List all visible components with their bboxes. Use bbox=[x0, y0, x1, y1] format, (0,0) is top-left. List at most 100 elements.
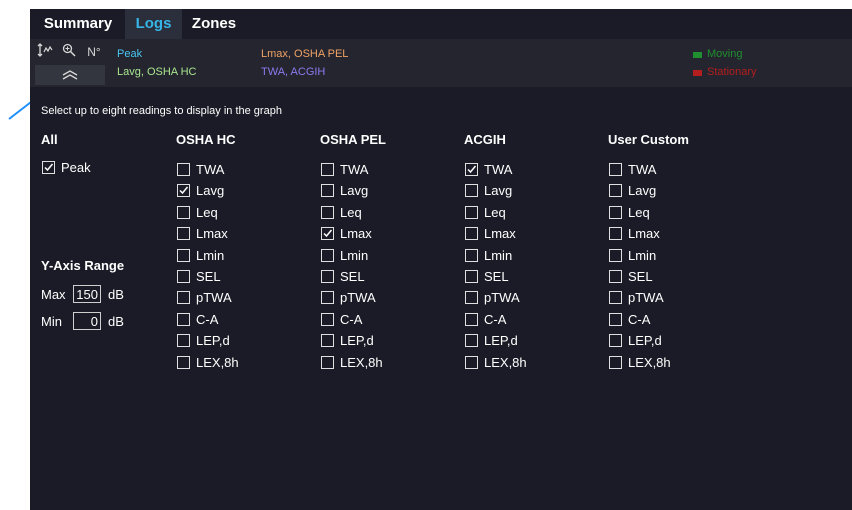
checkbox-row-acgih-lex-8h[interactable]: LEX,8h bbox=[465, 355, 555, 373]
checkbox-row-osha-hc-lavg[interactable]: Lavg bbox=[177, 183, 267, 201]
checkbox-row-osha-hc-twa[interactable]: TWA bbox=[177, 162, 267, 180]
checkbox-user-custom-sel[interactable] bbox=[609, 270, 622, 283]
checkbox-user-custom-twa[interactable] bbox=[609, 163, 622, 176]
checkbox-osha-pel-lmin[interactable] bbox=[321, 249, 334, 262]
checkbox-user-custom-lmin[interactable] bbox=[609, 249, 622, 262]
checkbox-row-user-custom-c-a[interactable]: C-A bbox=[609, 312, 699, 330]
checkbox-osha-hc-c-a[interactable] bbox=[177, 313, 190, 326]
checkbox-acgih-leq[interactable] bbox=[465, 206, 478, 219]
checkbox-acgih-lex-8h[interactable] bbox=[465, 356, 478, 369]
checkbox-row-osha-pel-sel[interactable]: SEL bbox=[321, 269, 411, 287]
checkbox-row-osha-pel-twa[interactable]: TWA bbox=[321, 162, 411, 180]
graph-legend-bar: N° Peak Lavg, OSHA HC Lmax, OSHA PEL TWA… bbox=[30, 39, 852, 87]
checkbox-row-osha-pel-lep-d[interactable]: LEP,d bbox=[321, 333, 411, 351]
checkbox-row-osha-hc-lmin[interactable]: Lmin bbox=[177, 248, 267, 266]
checkbox-row-osha-hc-lex-8h[interactable]: LEX,8h bbox=[177, 355, 267, 373]
checkbox-osha-pel-twa[interactable] bbox=[321, 163, 334, 176]
checkbox-osha-hc-lmax[interactable] bbox=[177, 227, 190, 240]
all-heading: All bbox=[41, 132, 58, 147]
checkbox-acgih-lmin[interactable] bbox=[465, 249, 478, 262]
vertical-arrows-icon[interactable] bbox=[36, 43, 54, 61]
checkbox-row-user-custom-sel[interactable]: SEL bbox=[609, 269, 699, 287]
checkbox-acgih-lmax[interactable] bbox=[465, 227, 478, 240]
checkbox-row-osha-hc-sel[interactable]: SEL bbox=[177, 269, 267, 287]
checkbox-row-osha-hc-c-a[interactable]: C-A bbox=[177, 312, 267, 330]
checkbox-row-acgih-lmax[interactable]: Lmax bbox=[465, 226, 555, 244]
checkbox-row-user-custom-lmin[interactable]: Lmin bbox=[609, 248, 699, 266]
checkbox-label-osha-hc-lex-8h: LEX,8h bbox=[196, 355, 239, 370]
checkbox-row-user-custom-lex-8h[interactable]: LEX,8h bbox=[609, 355, 699, 373]
checkbox-osha-pel-sel[interactable] bbox=[321, 270, 334, 283]
checkbox-acgih-lep-d[interactable] bbox=[465, 334, 478, 347]
checkbox-osha-hc-sel[interactable] bbox=[177, 270, 190, 283]
zoom-icon[interactable] bbox=[61, 43, 77, 61]
checkbox-osha-hc-lavg[interactable] bbox=[177, 184, 190, 197]
checkbox-row-acgih-c-a[interactable]: C-A bbox=[465, 312, 555, 330]
checkbox-osha-hc-leq[interactable] bbox=[177, 206, 190, 219]
checkbox-row-osha-pel-lex-8h[interactable]: LEX,8h bbox=[321, 355, 411, 373]
checkbox-label-acgih-lmin: Lmin bbox=[484, 248, 513, 263]
checkbox-row-acgih-lmin[interactable]: Lmin bbox=[465, 248, 555, 266]
checkbox-user-custom-lavg[interactable] bbox=[609, 184, 622, 197]
checkbox-osha-pel-lmax[interactable] bbox=[321, 227, 334, 240]
checkbox-osha-pel-c-a[interactable] bbox=[321, 313, 334, 326]
checkbox-row-osha-hc-ptwa[interactable]: pTWA bbox=[177, 290, 267, 308]
checkbox-row-user-custom-lavg[interactable]: Lavg bbox=[609, 183, 699, 201]
checkbox-user-custom-ptwa[interactable] bbox=[609, 291, 622, 304]
checkbox-row-user-custom-lmax[interactable]: Lmax bbox=[609, 226, 699, 244]
checkbox-acgih-c-a[interactable] bbox=[465, 313, 478, 326]
checkbox-row-osha-pel-leq[interactable]: Leq bbox=[321, 205, 411, 223]
checkbox-label-user-custom-lep-d: LEP,d bbox=[628, 333, 662, 348]
checkbox-user-custom-c-a[interactable] bbox=[609, 313, 622, 326]
checkbox-row-acgih-ptwa[interactable]: pTWA bbox=[465, 290, 555, 308]
checkbox-acgih-twa[interactable] bbox=[465, 163, 478, 176]
collapse-button[interactable] bbox=[35, 65, 105, 85]
checkbox-osha-hc-lex-8h[interactable] bbox=[177, 356, 190, 369]
checkbox-row-user-custom-twa[interactable]: TWA bbox=[609, 162, 699, 180]
checkbox-row-acgih-lep-d[interactable]: LEP,d bbox=[465, 333, 555, 351]
checkbox-row-acgih-sel[interactable]: SEL bbox=[465, 269, 555, 287]
checkbox-label-osha-hc-c-a: C-A bbox=[196, 312, 219, 327]
checkbox-row-osha-pel-lmax[interactable]: Lmax bbox=[321, 226, 411, 244]
y-axis-min-input[interactable] bbox=[73, 312, 101, 330]
checkbox-row-osha-hc-lmax[interactable]: Lmax bbox=[177, 226, 267, 244]
tab-logs[interactable]: Logs bbox=[125, 9, 182, 39]
tab-zones[interactable]: Zones bbox=[184, 9, 244, 39]
north-icon[interactable]: N° bbox=[85, 43, 103, 61]
checkbox-row-acgih-lavg[interactable]: Lavg bbox=[465, 183, 555, 201]
checkbox-user-custom-lmax[interactable] bbox=[609, 227, 622, 240]
checkbox-row-osha-hc-leq[interactable]: Leq bbox=[177, 205, 267, 223]
checkbox-row-acgih-twa[interactable]: TWA bbox=[465, 162, 555, 180]
peak-checkbox[interactable] bbox=[42, 161, 55, 174]
checkbox-label-acgih-lep-d: LEP,d bbox=[484, 333, 518, 348]
checkbox-user-custom-leq[interactable] bbox=[609, 206, 622, 219]
checkbox-osha-hc-lep-d[interactable] bbox=[177, 334, 190, 347]
checkbox-user-custom-lep-d[interactable] bbox=[609, 334, 622, 347]
checkbox-osha-hc-ptwa[interactable] bbox=[177, 291, 190, 304]
tab-summary[interactable]: Summary bbox=[33, 9, 123, 39]
checkbox-osha-pel-leq[interactable] bbox=[321, 206, 334, 219]
checkbox-row-osha-pel-c-a[interactable]: C-A bbox=[321, 312, 411, 330]
checkbox-osha-pel-lep-d[interactable] bbox=[321, 334, 334, 347]
checkbox-row-user-custom-leq[interactable]: Leq bbox=[609, 205, 699, 223]
checkbox-osha-pel-ptwa[interactable] bbox=[321, 291, 334, 304]
checkbox-osha-pel-lex-8h[interactable] bbox=[321, 356, 334, 369]
checkbox-row-osha-hc-lep-d[interactable]: LEP,d bbox=[177, 333, 267, 351]
checkbox-label-osha-hc-lavg: Lavg bbox=[196, 183, 225, 198]
column-heading-osha-hc: OSHA HC bbox=[176, 132, 236, 147]
checkbox-osha-hc-twa[interactable] bbox=[177, 163, 190, 176]
peak-checkbox-row[interactable]: Peak bbox=[42, 160, 122, 178]
checkbox-row-osha-pel-lmin[interactable]: Lmin bbox=[321, 248, 411, 266]
checkbox-acgih-sel[interactable] bbox=[465, 270, 478, 283]
checkbox-acgih-ptwa[interactable] bbox=[465, 291, 478, 304]
checkbox-osha-hc-lmin[interactable] bbox=[177, 249, 190, 262]
checkbox-osha-pel-lavg[interactable] bbox=[321, 184, 334, 197]
checkbox-row-acgih-leq[interactable]: Leq bbox=[465, 205, 555, 223]
checkbox-user-custom-lex-8h[interactable] bbox=[609, 356, 622, 369]
y-axis-max-input[interactable] bbox=[73, 285, 101, 303]
checkbox-row-user-custom-lep-d[interactable]: LEP,d bbox=[609, 333, 699, 351]
checkbox-row-osha-pel-lavg[interactable]: Lavg bbox=[321, 183, 411, 201]
checkbox-row-user-custom-ptwa[interactable]: pTWA bbox=[609, 290, 699, 308]
checkbox-acgih-lavg[interactable] bbox=[465, 184, 478, 197]
checkbox-row-osha-pel-ptwa[interactable]: pTWA bbox=[321, 290, 411, 308]
